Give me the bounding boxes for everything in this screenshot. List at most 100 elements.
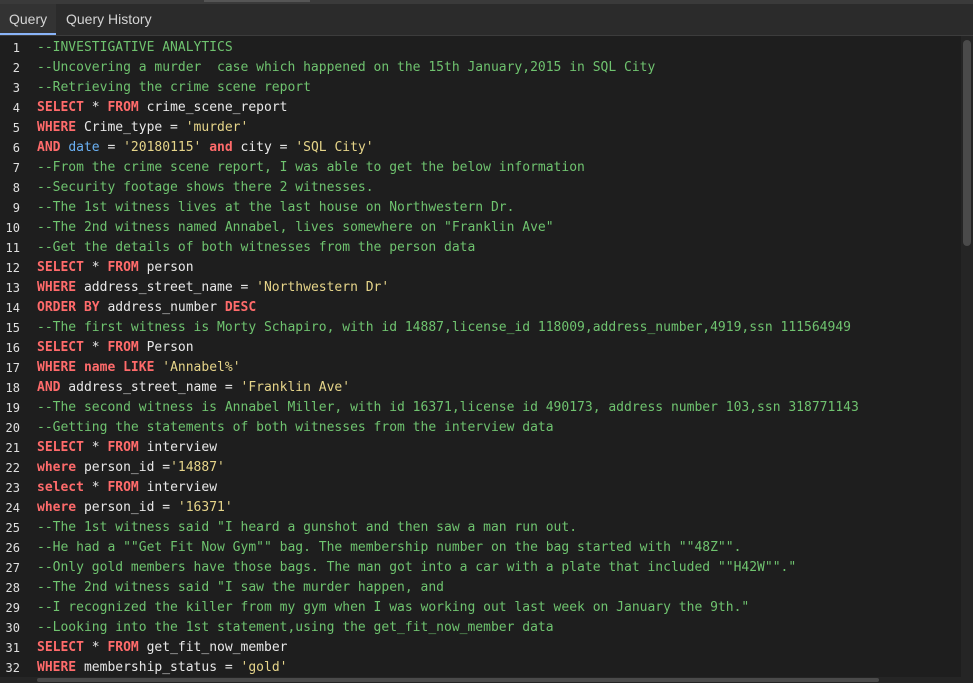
token-keyword: SELECT xyxy=(37,340,84,355)
code-text: WHERE name LIKE 'Annabel%' xyxy=(37,358,241,378)
code-text: WHERE Crime_type = 'murder' xyxy=(37,118,248,138)
token-keyword: FROM xyxy=(107,640,139,655)
token-comment: --The 1st witness said "I heard a gunsho… xyxy=(37,520,578,535)
code-text: WHERE membership_status = 'gold' xyxy=(37,658,287,677)
token-string: '16371' xyxy=(177,500,233,515)
code-text: AND date = '20180115' and city = 'SQL Ci… xyxy=(37,138,374,158)
sql-code-editor[interactable]: 1 --INVESTIGATIVE ANALYTICS 2 --Uncovering … xyxy=(0,36,961,677)
token-keyword: ORDER BY xyxy=(37,300,100,315)
token-plain: = xyxy=(99,140,124,155)
code-text: SELECT * FROM get_fit_now_member xyxy=(37,638,287,658)
line-number: 11 xyxy=(5,241,20,255)
code-text: --Get the details of both witnesses from… xyxy=(37,238,475,258)
token-plain: * xyxy=(83,260,108,275)
token-keyword: LIKE xyxy=(123,360,155,375)
token-comment: --Only gold members have those bags. The… xyxy=(37,560,797,575)
code-text: --The 1st witness lives at the last hous… xyxy=(37,198,514,218)
top-drag-handle[interactable] xyxy=(204,0,310,2)
line-number: 22 xyxy=(5,461,20,475)
token-plain: membership_status = xyxy=(76,660,241,675)
token-plain: * xyxy=(83,640,108,655)
line-number: 5 xyxy=(12,121,20,135)
code-text: --From the crime scene report, I was abl… xyxy=(37,158,585,178)
line-number: 14 xyxy=(5,301,20,315)
token-plain: * xyxy=(83,440,108,455)
code-text: --Uncovering a murder case which happene… xyxy=(37,58,655,78)
code-text: --INVESTIGATIVE ANALYTICS xyxy=(37,38,233,58)
code-text: --The 2nd witness named Annabel, lives s… xyxy=(37,218,554,238)
line-number: 24 xyxy=(5,501,20,515)
line-number: 8 xyxy=(12,181,20,195)
token-comment: --He had a ""Get Fit Now Gym"" bag. The … xyxy=(37,540,742,555)
line-number: 9 xyxy=(12,201,20,215)
token-plain: interview xyxy=(138,480,218,495)
vertical-scrollbar[interactable] xyxy=(961,36,973,683)
token-string: 'Annabel%' xyxy=(162,360,241,375)
line-number: 1 xyxy=(12,41,20,55)
token-plain: address_street_name = xyxy=(76,280,257,295)
token-keyword: SELECT xyxy=(37,260,84,275)
horizontal-scrollbar-thumb[interactable] xyxy=(37,678,879,682)
horizontal-scrollbar[interactable] xyxy=(0,677,961,683)
token-keyword: WHERE xyxy=(37,280,77,295)
token-string: 'murder' xyxy=(185,120,249,135)
token-plain: crime_scene_report xyxy=(138,100,288,115)
token-string: 'SQL City' xyxy=(295,140,374,155)
line-number: 3 xyxy=(12,81,20,95)
token-keyword: WHERE xyxy=(37,120,77,135)
line-number: 19 xyxy=(5,401,20,415)
line-number: 10 xyxy=(5,221,20,235)
code-text: SELECT * FROM person xyxy=(37,258,194,278)
token-keyword: select xyxy=(37,480,84,495)
token-plain: person xyxy=(138,260,194,275)
code-text: SELECT * FROM interview xyxy=(37,438,217,458)
token-plain: Person xyxy=(138,340,194,355)
token-keyword: SELECT xyxy=(37,640,84,655)
tab-bar: Query Query History xyxy=(0,4,973,36)
token-string: '20180115' xyxy=(123,140,202,155)
token-plain: person_id = xyxy=(76,460,171,475)
token-comment: --Get the details of both witnesses from… xyxy=(37,240,476,255)
vertical-scrollbar-thumb[interactable] xyxy=(963,40,971,246)
token-plain: Crime_type = xyxy=(76,120,186,135)
token-keyword: where xyxy=(37,460,77,475)
code-text: --The second witness is Annabel Miller, … xyxy=(37,398,859,418)
token-keyword: WHERE xyxy=(37,360,77,375)
code-text: where person_id = '16371' xyxy=(37,498,233,518)
line-number: 23 xyxy=(5,481,20,495)
code-text: SELECT * FROM crime_scene_report xyxy=(37,98,287,118)
line-number: 30 xyxy=(5,621,20,635)
line-number: 7 xyxy=(12,161,20,175)
line-number: 20 xyxy=(5,421,20,435)
line-number: 32 xyxy=(5,661,20,675)
code-text: --The 1st witness said "I heard a gunsho… xyxy=(37,518,577,538)
code-text: ORDER BY address_number DESC xyxy=(37,298,256,318)
line-number: 6 xyxy=(12,141,20,155)
code-text: --Security footage shows there 2 witness… xyxy=(37,178,374,198)
token-keyword: SELECT xyxy=(37,100,84,115)
token-keyword: SELECT xyxy=(37,440,84,455)
token-string: '14887' xyxy=(170,460,225,475)
token-comment: --Security footage shows there 2 witness… xyxy=(37,180,374,195)
code-text: SELECT * FROM Person xyxy=(37,338,194,358)
token-comment: --The first witness is Morty Schapiro, w… xyxy=(37,320,851,335)
code-text: --The first witness is Morty Schapiro, w… xyxy=(37,318,851,338)
token-keyword: FROM xyxy=(107,100,139,115)
tab-query[interactable]: Query xyxy=(0,4,57,35)
token-plain: * xyxy=(83,340,108,355)
code-text: where person_id ='14887' xyxy=(37,458,225,478)
token-keyword: FROM xyxy=(107,480,139,495)
token-keyword: FROM xyxy=(107,440,139,455)
line-number: 2 xyxy=(12,61,20,75)
token-keyword: WHERE xyxy=(37,660,77,675)
line-number: 25 xyxy=(5,521,20,535)
token-comment: --The 2nd witness said "I saw the murder… xyxy=(37,580,444,595)
line-number: 13 xyxy=(5,281,20,295)
token-keyword: AND xyxy=(37,380,61,395)
line-number: 27 xyxy=(5,561,20,575)
tab-query-history[interactable]: Query History xyxy=(66,4,152,35)
code-text: select * FROM interview xyxy=(37,478,217,498)
code-text: --I recognized the killer from my gym wh… xyxy=(37,598,749,618)
